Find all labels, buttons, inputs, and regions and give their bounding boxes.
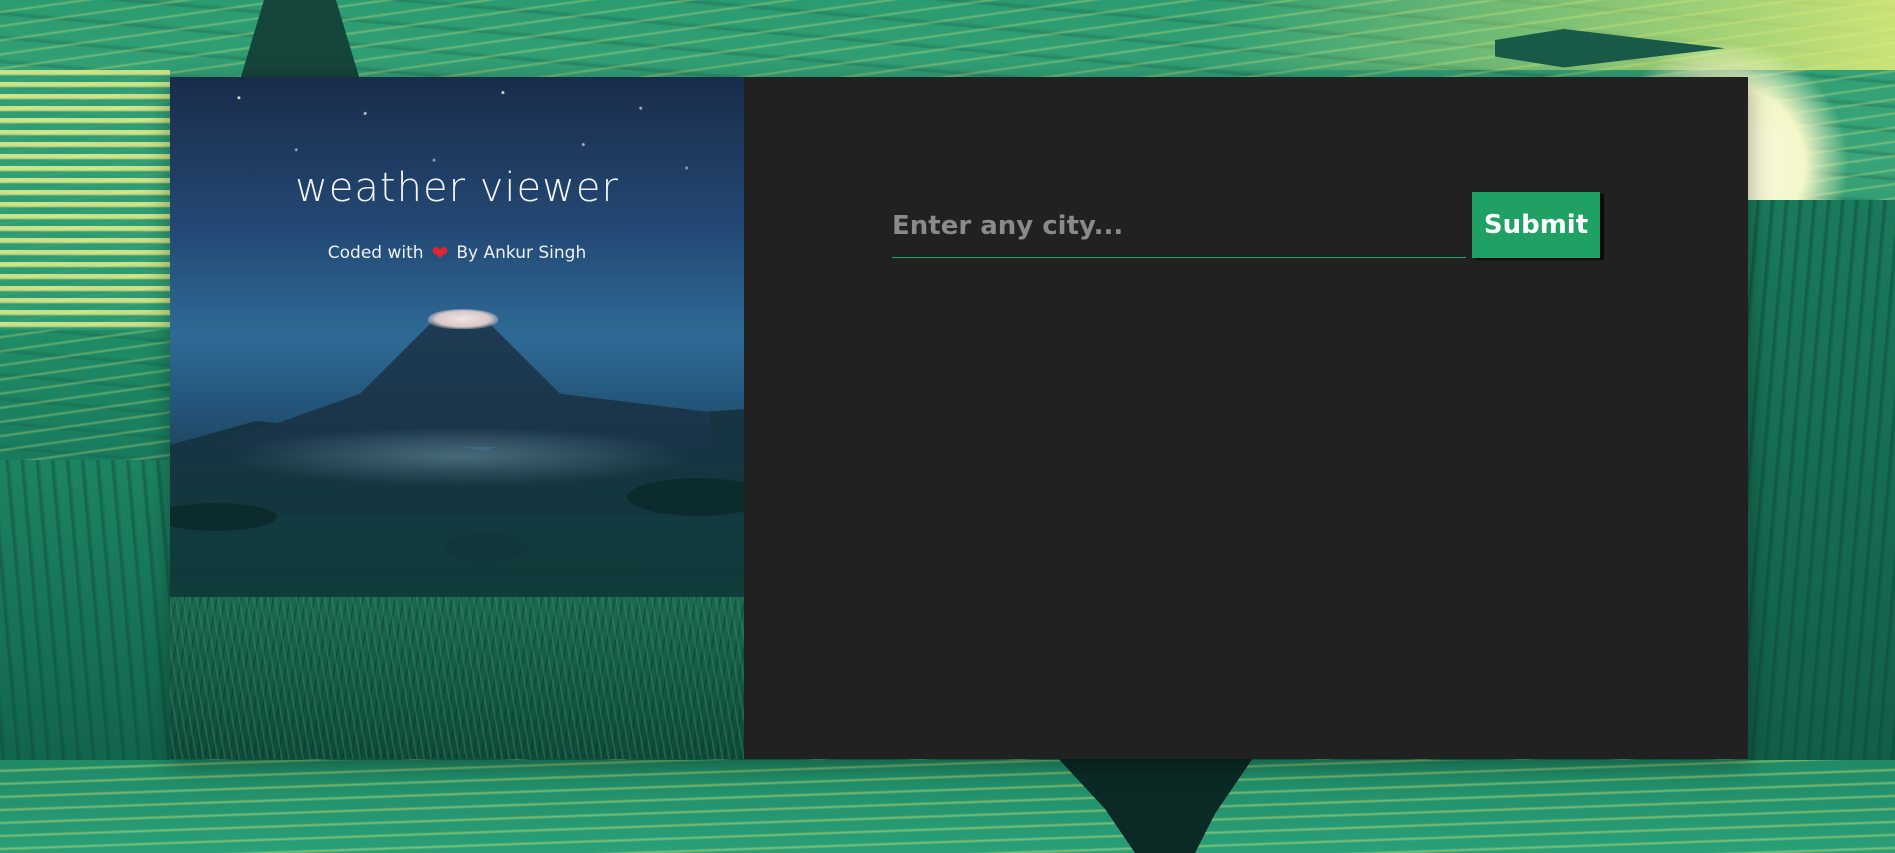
mountain-peak-cloud xyxy=(428,309,498,329)
app-title: weather viewer xyxy=(295,165,619,211)
credit-author: By Ankur Singh xyxy=(456,243,587,263)
background-waves xyxy=(0,760,1895,853)
search-panel: Submit xyxy=(744,77,1748,759)
grass-field xyxy=(170,597,744,759)
background-stripes xyxy=(0,70,170,330)
weather-card: weather viewer Coded with ❤ By Ankur Sin… xyxy=(170,77,1748,759)
background-forest-right xyxy=(1748,200,1895,853)
heart-icon: ❤ xyxy=(431,241,449,265)
hero-panel: weather viewer Coded with ❤ By Ankur Sin… xyxy=(170,77,744,759)
city-search-input[interactable] xyxy=(892,194,1466,258)
city-search-form: Submit xyxy=(892,192,1600,258)
credit-prefix: Coded with xyxy=(327,243,424,263)
background-ship-top xyxy=(240,0,360,80)
submit-button[interactable]: Submit xyxy=(1472,192,1600,258)
credit-line: Coded with ❤ By Ankur Singh xyxy=(170,243,744,263)
